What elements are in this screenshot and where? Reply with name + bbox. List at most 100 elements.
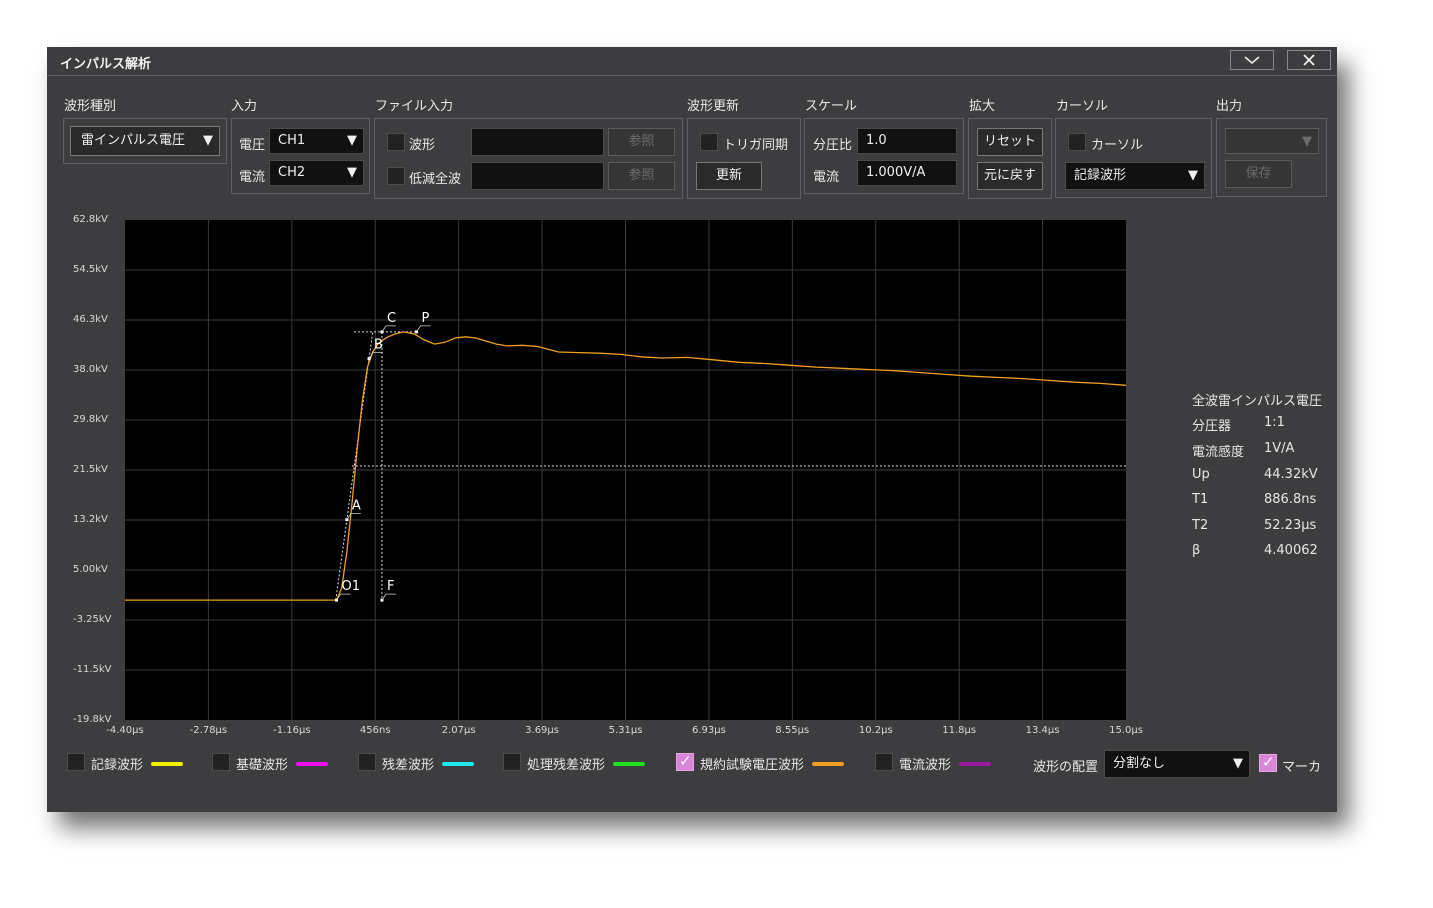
impulse-analysis-window: インパルス解析 波形種別 入力 ファイル入力 波形更新 スケール 拡大 カーソル… — [47, 47, 1337, 812]
reduced-wave-checkbox[interactable] — [387, 167, 405, 185]
marker-label-a: A — [352, 499, 361, 514]
legend-label: 処理残差波形 — [527, 758, 606, 773]
label-scale: スケール — [805, 99, 858, 114]
browse-reduced-button[interactable]: 参照 — [608, 162, 675, 190]
info-key-sensitivity: 電流感度 — [1192, 445, 1245, 460]
reduced-wave-file-path[interactable] — [471, 162, 604, 190]
legend-checkbox[interactable] — [212, 753, 230, 771]
waveform-type-value: 雷インパルス電圧 — [81, 133, 186, 148]
current-channel-select[interactable]: CH2 ▼ — [269, 160, 364, 186]
marker-label-o1: O1 — [342, 579, 361, 594]
marker-label-b: B — [374, 338, 383, 353]
info-value-divider: 1:1 — [1264, 415, 1285, 430]
trigger-sync-checkbox[interactable] — [700, 133, 718, 151]
y-tick-label: 38.0kV — [73, 364, 108, 375]
dropdown-arrow-icon: ▼ — [347, 165, 357, 180]
legend-label: 残差波形 — [382, 758, 435, 773]
zoom-reset-button[interactable]: リセット — [977, 128, 1043, 156]
input-voltage-label: 電圧 — [239, 138, 266, 153]
x-tick-label: -1.16µs — [273, 725, 311, 736]
x-tick-label: 8.55µs — [775, 725, 810, 736]
minimize-button[interactable] — [1230, 50, 1274, 70]
cursor-check-label: カーソル — [1091, 138, 1144, 153]
layout-value: 分割なし — [1113, 756, 1166, 771]
save-button[interactable]: 保存 — [1225, 160, 1292, 188]
legend-checkbox[interactable] — [358, 753, 376, 771]
layout-select[interactable]: 分割なし ▼ — [1104, 750, 1250, 778]
info-key-up: Up — [1192, 467, 1210, 482]
waveform-file-path[interactable] — [471, 128, 604, 156]
marker-label: マーカ — [1282, 760, 1322, 775]
marker-checkbox[interactable] — [1259, 753, 1277, 772]
zoom-panel: リセット 元に戻す — [968, 118, 1052, 199]
waveform-type-select[interactable]: 雷インパルス電圧 ▼ — [70, 126, 220, 156]
y-tick-label: -3.25kV — [73, 614, 112, 625]
close-button[interactable] — [1287, 50, 1331, 70]
legend-label: 記録波形 — [91, 758, 144, 773]
trigger-sync-label: トリガ同期 — [723, 138, 789, 153]
ratio-input[interactable]: 1.0 — [857, 128, 957, 154]
x-tick-label: -4.40µs — [106, 725, 144, 736]
input-current-label: 電流 — [239, 170, 266, 185]
dropdown-arrow-icon: ▼ — [347, 133, 357, 148]
x-tick-label: 3.69µs — [525, 725, 559, 736]
dropdown-arrow-icon: ▼ — [1188, 168, 1198, 183]
x-tick-label: 11.8µs — [942, 725, 977, 736]
legend-label: 基礎波形 — [236, 758, 289, 773]
info-value-t1: 886.8ns — [1264, 492, 1317, 507]
legend-label: 電流波形 — [899, 758, 952, 773]
info-key-t2: T2 — [1192, 518, 1209, 533]
cursor-checkbox[interactable] — [1068, 133, 1086, 151]
legend-checkbox[interactable] — [875, 753, 893, 771]
label-update: 波形更新 — [687, 99, 740, 114]
x-tick-label: 15.0µs — [1109, 725, 1143, 736]
info-key-beta: β — [1192, 543, 1201, 558]
legend-checkbox[interactable] — [503, 753, 521, 771]
y-tick-label: 62.8kV — [73, 214, 108, 225]
current-channel-value: CH2 — [278, 165, 306, 180]
waveform-file-checkbox[interactable] — [387, 133, 405, 151]
marker-label-c: C — [387, 311, 396, 326]
zoom-restore-button[interactable]: 元に戻す — [977, 162, 1043, 190]
update-button[interactable]: 更新 — [696, 162, 762, 190]
y-tick-label: 54.5kV — [73, 264, 108, 275]
cursor-target-value: 記録波形 — [1074, 168, 1127, 183]
legend-color-swatch — [151, 762, 184, 766]
label-zoom: 拡大 — [969, 99, 996, 114]
x-tick-label: 10.2µs — [858, 725, 893, 736]
legend-color-swatch — [613, 762, 646, 766]
current-scale-input[interactable]: 1.000V/A — [857, 160, 957, 186]
label-file-input: ファイル入力 — [375, 99, 454, 114]
y-tick-label: 13.2kV — [73, 514, 108, 525]
ratio-label: 分圧比 — [813, 138, 853, 153]
label-output: 出力 — [1216, 99, 1243, 114]
legend-checkbox[interactable] — [67, 753, 85, 771]
label-waveform-type: 波形種別 — [64, 99, 117, 114]
title-bar: インパルス解析 — [47, 47, 1337, 76]
cursor-target-select[interactable]: 記録波形 ▼ — [1065, 162, 1205, 190]
voltage-channel-value: CH1 — [278, 133, 306, 148]
marker-label-f: F — [387, 579, 394, 594]
dropdown-arrow-icon: ▼ — [1302, 134, 1312, 149]
legend-color-swatch — [296, 762, 329, 766]
output-format-select[interactable]: ▼ — [1225, 128, 1319, 154]
close-icon — [1303, 54, 1315, 66]
label-cursor: カーソル — [1056, 99, 1109, 114]
info-value-beta: 4.40062 — [1264, 543, 1318, 558]
waveform-plot[interactable]: O1 A BC P F — [125, 220, 1126, 720]
marker-label-p: P — [422, 311, 430, 326]
info-value-up: 44.32kV — [1264, 467, 1318, 482]
x-tick-label: 456ns — [359, 725, 391, 736]
input-panel: 電圧 CH1 ▼ 電流 CH2 ▼ — [231, 118, 370, 194]
info-value-t2: 52.23µs — [1264, 518, 1317, 533]
x-tick-label: 6.93µs — [691, 725, 726, 736]
dropdown-arrow-icon: ▼ — [203, 133, 213, 148]
legend-label: 規約試験電圧波形 — [700, 758, 805, 773]
x-tick-label: 5.31µs — [608, 725, 643, 736]
voltage-channel-select[interactable]: CH1 ▼ — [269, 128, 364, 154]
legend-checkbox[interactable] — [676, 752, 694, 771]
browse-waveform-button[interactable]: 参照 — [608, 128, 675, 156]
current-scale-label: 電流 — [813, 170, 840, 185]
label-input: 入力 — [231, 99, 258, 114]
waveform-file-label: 波形 — [409, 138, 436, 153]
